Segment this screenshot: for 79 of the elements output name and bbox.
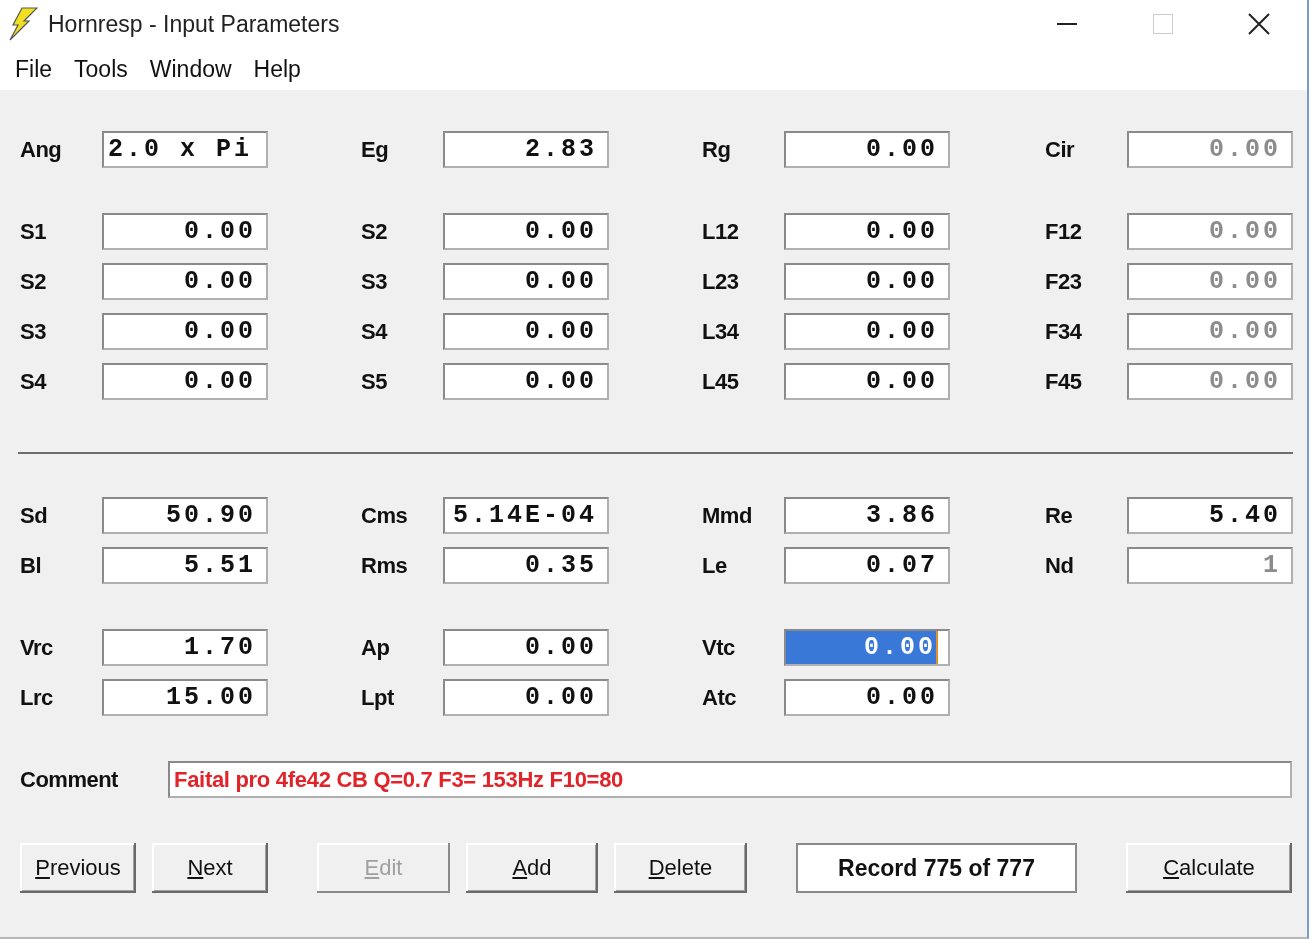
input-field[interactable]: 0.00 bbox=[784, 363, 950, 400]
field-label: Lpt bbox=[361, 684, 395, 711]
field-label: F45 bbox=[1045, 368, 1083, 395]
menu-item[interactable]: Window bbox=[140, 55, 241, 83]
menu-item[interactable]: Tools bbox=[65, 55, 137, 83]
field-label: Vrc bbox=[20, 634, 54, 661]
field-label: Nd bbox=[1045, 552, 1075, 579]
input-field[interactable]: 0.35 bbox=[443, 547, 609, 584]
comment-label: Comment bbox=[20, 766, 119, 793]
input-field[interactable]: 5.40 bbox=[1127, 497, 1293, 534]
field-label: Bl bbox=[20, 552, 42, 579]
input-field[interactable]: 0.00 bbox=[784, 131, 950, 168]
input-field[interactable]: 0.00 bbox=[443, 313, 609, 350]
action-button[interactable]: Calculate bbox=[1126, 843, 1292, 893]
field-label: S2 bbox=[20, 268, 47, 295]
input-field[interactable]: 1.70 bbox=[102, 629, 268, 666]
field-label: S5 bbox=[361, 368, 388, 395]
field-label: L12 bbox=[702, 218, 740, 245]
close-icon bbox=[1248, 13, 1270, 35]
field-label: S4 bbox=[20, 368, 48, 395]
field-label: Mmd bbox=[702, 502, 753, 529]
action-button[interactable]: Add bbox=[466, 843, 598, 893]
minimize-icon bbox=[1057, 23, 1077, 25]
input-field[interactable]: 0.07 bbox=[784, 547, 950, 584]
field-label: S3 bbox=[20, 318, 47, 345]
input-field[interactable]: 15.00 bbox=[102, 679, 268, 716]
field-label: L45 bbox=[702, 368, 740, 395]
field-label: Vtc bbox=[702, 634, 736, 661]
input-field[interactable]: 5.51 bbox=[102, 547, 268, 584]
maximize-icon bbox=[1153, 14, 1173, 34]
comment-field[interactable]: Faital pro 4fe42 CB Q=0.7 F3= 153Hz F10=80 bbox=[168, 761, 1292, 798]
input-field[interactable]: 0.00 bbox=[443, 363, 609, 400]
field-label: S2 bbox=[361, 218, 388, 245]
input-field[interactable]: 0.00 bbox=[784, 313, 950, 350]
field-label: F12 bbox=[1045, 218, 1083, 245]
action-button[interactable]: Next bbox=[152, 843, 268, 893]
input-field[interactable]: 0.00 bbox=[443, 263, 609, 300]
field-label: Ap bbox=[361, 634, 391, 661]
field-label: Cms bbox=[361, 502, 409, 529]
input-field[interactable]: 0.00 bbox=[102, 213, 268, 250]
input-field[interactable]: 0.00 bbox=[784, 629, 950, 666]
input-field[interactable]: 0.00 bbox=[443, 629, 609, 666]
field-label: Rms bbox=[361, 552, 409, 579]
field-label: F34 bbox=[1045, 318, 1083, 345]
action-button[interactable]: Delete bbox=[614, 843, 747, 893]
input-field[interactable]: 2.0 x Pi bbox=[102, 131, 268, 168]
field-label: L34 bbox=[702, 318, 740, 345]
input-field[interactable]: 0.00 bbox=[784, 263, 950, 300]
field-label: Rg bbox=[702, 136, 732, 163]
input-field[interactable]: 2.83 bbox=[443, 131, 609, 168]
input-field[interactable]: 0.00 bbox=[102, 313, 268, 350]
field-label: L23 bbox=[702, 268, 740, 295]
input-field[interactable]: 0.00 bbox=[443, 679, 609, 716]
field-label: F23 bbox=[1045, 268, 1083, 295]
input-field[interactable]: 0.00 bbox=[784, 213, 950, 250]
field-label: S4 bbox=[361, 318, 389, 345]
lightning-icon bbox=[8, 7, 38, 41]
input-field[interactable]: 0.00 bbox=[102, 363, 268, 400]
window-title: Hornresp - Input Parameters bbox=[48, 10, 341, 38]
input-field[interactable]: 0.00 bbox=[784, 679, 950, 716]
input-field[interactable]: 3.86 bbox=[784, 497, 950, 534]
input-field[interactable]: 5.14E-04 bbox=[443, 497, 609, 534]
input-field[interactable]: 50.90 bbox=[102, 497, 268, 534]
menu-item[interactable]: File bbox=[6, 55, 62, 83]
field-label: Atc bbox=[702, 684, 737, 711]
field-label: Re bbox=[1045, 502, 1074, 529]
input-field[interactable]: 0.00 bbox=[102, 263, 268, 300]
field-label: Cir bbox=[1045, 136, 1076, 163]
input-field[interactable]: 0.00 bbox=[443, 213, 609, 250]
action-button[interactable]: Previous bbox=[20, 843, 136, 893]
field-label: S1 bbox=[20, 218, 47, 245]
menu-item[interactable]: Help bbox=[244, 55, 310, 83]
field-label: S3 bbox=[361, 268, 388, 295]
record-counter: Record 775 of 777 bbox=[796, 843, 1077, 893]
field-label: Sd bbox=[20, 502, 49, 529]
field-label: Le bbox=[702, 552, 728, 579]
field-label: Eg bbox=[361, 136, 390, 163]
field-label: Ang bbox=[20, 136, 63, 163]
field-label: Lrc bbox=[20, 684, 54, 711]
